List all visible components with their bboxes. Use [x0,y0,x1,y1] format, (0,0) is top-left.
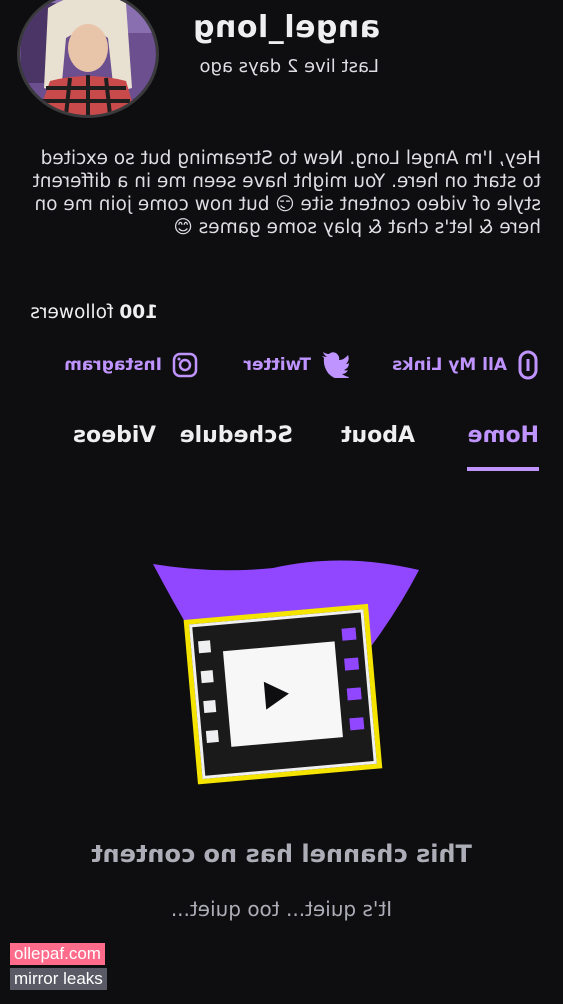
social-link-twitter[interactable]: Twitter [244,350,349,380]
link-icon [518,350,538,380]
channel-tabs: Home About Schedule Videos [0,415,563,475]
empty-state-title: This channel has no content [91,840,472,868]
tab-schedule[interactable]: Schedule [180,423,293,448]
twitter-bird-icon [322,352,349,378]
avatar[interactable] [17,0,159,118]
tab-about[interactable]: About [341,423,415,448]
film-strip-play-icon [143,560,423,800]
social-link-instagram[interactable]: Instagram [64,350,198,380]
followers-number: 100 [119,302,158,323]
watermark-line-1: ollepaf.com [10,943,105,965]
last-live-status: Last live 2 days ago [199,56,379,77]
tab-videos[interactable]: Videos [73,423,156,448]
tab-home[interactable]: Home [468,423,539,448]
channel-bio: Hey, I'm Angel Long. New to Streaming bu… [32,148,541,238]
followers-count: 100 followers [30,302,158,323]
social-link-label: Twitter [243,355,311,375]
followers-label: followers [30,302,114,323]
instagram-icon [172,352,198,378]
watermark-line-2: mirror leaks [10,968,107,990]
social-link-all-my-links[interactable]: All My Links [392,350,539,380]
social-link-label: Instagram [64,355,162,375]
active-tab-underline [467,467,539,471]
empty-state-subtitle: It's quiet... too quiet... [170,897,393,921]
social-link-label: All My Links [392,355,507,375]
channel-page: angel_long Last live 2 days ago Hey, I'm… [0,0,563,1004]
channel-username: angel_long [192,10,380,45]
